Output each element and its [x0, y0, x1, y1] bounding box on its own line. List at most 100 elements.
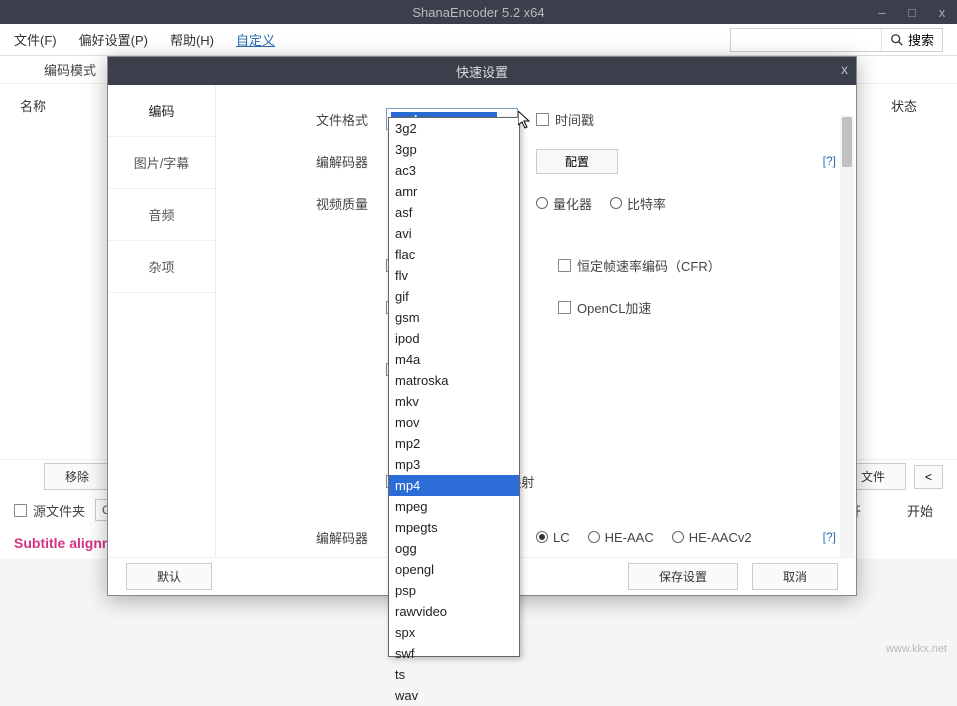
- window-controls: – □ x: [867, 0, 957, 24]
- source-folder-label: 源文件夹: [33, 501, 85, 520]
- watermark-url: www.kkx.net: [886, 643, 947, 655]
- dropdown-item[interactable]: mkv: [389, 391, 519, 412]
- label-audio-codec: 编解码器: [236, 528, 386, 547]
- watermark: www.kkx.net: [886, 643, 947, 655]
- dropdown-item[interactable]: ipod: [389, 328, 519, 349]
- dropdown-item[interactable]: flv: [389, 265, 519, 286]
- search-button[interactable]: 搜索: [881, 29, 942, 51]
- search-box: 搜索: [730, 28, 943, 52]
- title-bar: ShanaEncoder 5.2 x64 – □ x: [0, 0, 957, 24]
- help-link[interactable]: [?]: [823, 530, 836, 544]
- tab-audio[interactable]: 音频: [108, 189, 215, 241]
- search-label: 搜索: [908, 30, 934, 49]
- cfr-checkbox[interactable]: 恒定帧速率编码（CFR）: [558, 256, 721, 275]
- radio-icon: [672, 531, 684, 543]
- opencl-checkbox[interactable]: OpenCL加速: [558, 298, 651, 317]
- collapse-button[interactable]: <: [914, 465, 943, 489]
- dropdown-item[interactable]: ogg: [389, 538, 519, 559]
- radio-bitrate[interactable]: 比特率: [610, 194, 666, 213]
- dropdown-item[interactable]: asf: [389, 202, 519, 223]
- save-settings-button[interactable]: 保存设置: [628, 563, 738, 590]
- radio-icon: [610, 197, 622, 209]
- timestamp-checkbox[interactable]: 时间戳: [536, 110, 594, 129]
- label-video-quality: 视频质量: [236, 194, 386, 213]
- dialog-titlebar: 快速设置 x: [108, 57, 856, 85]
- dropdown-item[interactable]: ac3: [389, 160, 519, 181]
- dropdown-item[interactable]: opengl: [389, 559, 519, 580]
- checkbox-icon: [558, 259, 571, 272]
- codec-config-button[interactable]: 配置: [536, 149, 618, 174]
- radio-icon: [536, 197, 548, 209]
- dropdown-item[interactable]: wav: [389, 685, 519, 706]
- close-button[interactable]: x: [927, 0, 957, 24]
- radio-icon: [588, 531, 600, 543]
- dropdown-item[interactable]: matroska: [389, 370, 519, 391]
- tab-encode[interactable]: 编码: [108, 85, 215, 137]
- maximize-button[interactable]: □: [897, 0, 927, 24]
- label-file-format: 文件格式: [236, 110, 386, 129]
- radio-quantizer[interactable]: 量化器: [536, 194, 592, 213]
- start-button[interactable]: 开始: [897, 497, 943, 524]
- column-header-status[interactable]: 状态: [891, 96, 917, 115]
- search-input[interactable]: [731, 33, 881, 47]
- radio-icon: [536, 531, 548, 543]
- dialog-content: 文件格式 mp4 ⌄ 时间戳 编解码器 配置 [?]: [216, 85, 856, 557]
- dropdown-item[interactable]: flac: [389, 244, 519, 265]
- source-folder-checkbox[interactable]: 源文件夹: [14, 501, 85, 520]
- radio-lc[interactable]: LC: [536, 530, 570, 545]
- dropdown-item[interactable]: amr: [389, 181, 519, 202]
- radio-heaac[interactable]: HE-AAC: [588, 530, 654, 545]
- remove-button[interactable]: 移除: [44, 463, 110, 490]
- search-icon: [890, 33, 904, 47]
- checkbox-icon: [536, 113, 549, 126]
- cancel-button[interactable]: 取消: [752, 563, 838, 590]
- file-format-dropdown[interactable]: 3g23gpac3amrasfaviflacflvgifgsmipodm4ama…: [388, 117, 520, 657]
- menu-help[interactable]: 帮助(H): [170, 30, 214, 49]
- dropdown-item[interactable]: mov: [389, 412, 519, 433]
- scrollbar-thumb[interactable]: [842, 117, 852, 167]
- menu-file[interactable]: 文件(F): [14, 30, 57, 49]
- dropdown-item[interactable]: psp: [389, 580, 519, 601]
- help-link[interactable]: [?]: [823, 154, 836, 168]
- minimize-button[interactable]: –: [867, 0, 897, 24]
- dropdown-item[interactable]: mpeg: [389, 496, 519, 517]
- menu-bar: 文件(F) 偏好设置(P) 帮助(H) 自定义 搜索: [0, 24, 957, 56]
- label-codec: 编解码器: [236, 152, 386, 171]
- tab-misc[interactable]: 杂项: [108, 241, 215, 293]
- dropdown-item[interactable]: mp2: [389, 433, 519, 454]
- dropdown-item[interactable]: 3gp: [389, 139, 519, 160]
- radio-heaacv2[interactable]: HE-AACv2: [672, 530, 752, 545]
- dropdown-item[interactable]: mpegts: [389, 517, 519, 538]
- lc-label: LC: [553, 530, 570, 545]
- heaacv2-label: HE-AACv2: [689, 530, 752, 545]
- dropdown-item[interactable]: rawvideo: [389, 601, 519, 622]
- encode-mode-label: 编码模式: [44, 60, 96, 79]
- cfr-label: 恒定帧速率编码（CFR）: [577, 256, 721, 275]
- menu-preferences[interactable]: 偏好设置(P): [79, 30, 148, 49]
- dropdown-item[interactable]: spx: [389, 622, 519, 643]
- timestamp-label: 时间戳: [555, 110, 594, 129]
- opencl-label: OpenCL加速: [577, 298, 651, 317]
- dropdown-item[interactable]: ts: [389, 664, 519, 685]
- dropdown-item[interactable]: 3g2: [389, 118, 519, 139]
- dropdown-item[interactable]: m4a: [389, 349, 519, 370]
- dialog-sidebar: 编码 图片/字幕 音频 杂项: [108, 85, 216, 557]
- checkbox-icon: [558, 301, 571, 314]
- quantizer-label: 量化器: [553, 194, 592, 213]
- default-button[interactable]: 默认: [126, 563, 212, 590]
- heaac-label: HE-AAC: [605, 530, 654, 545]
- dialog-title-text: 快速设置: [456, 62, 508, 81]
- checkbox-icon: [14, 504, 27, 517]
- dropdown-item[interactable]: swf: [389, 643, 519, 664]
- dropdown-item[interactable]: avi: [389, 223, 519, 244]
- window-title: ShanaEncoder 5.2 x64: [412, 5, 544, 20]
- column-header-name[interactable]: 名称: [20, 96, 46, 115]
- tab-picture-subtitle[interactable]: 图片/字幕: [108, 137, 215, 189]
- menu-custom[interactable]: 自定义: [236, 30, 275, 49]
- dropdown-item[interactable]: mp4: [389, 475, 519, 496]
- dropdown-item[interactable]: mp3: [389, 454, 519, 475]
- dropdown-item[interactable]: gif: [389, 286, 519, 307]
- dropdown-item[interactable]: gsm: [389, 307, 519, 328]
- dialog-close-button[interactable]: x: [841, 61, 848, 77]
- dialog-scrollbar[interactable]: [840, 115, 854, 557]
